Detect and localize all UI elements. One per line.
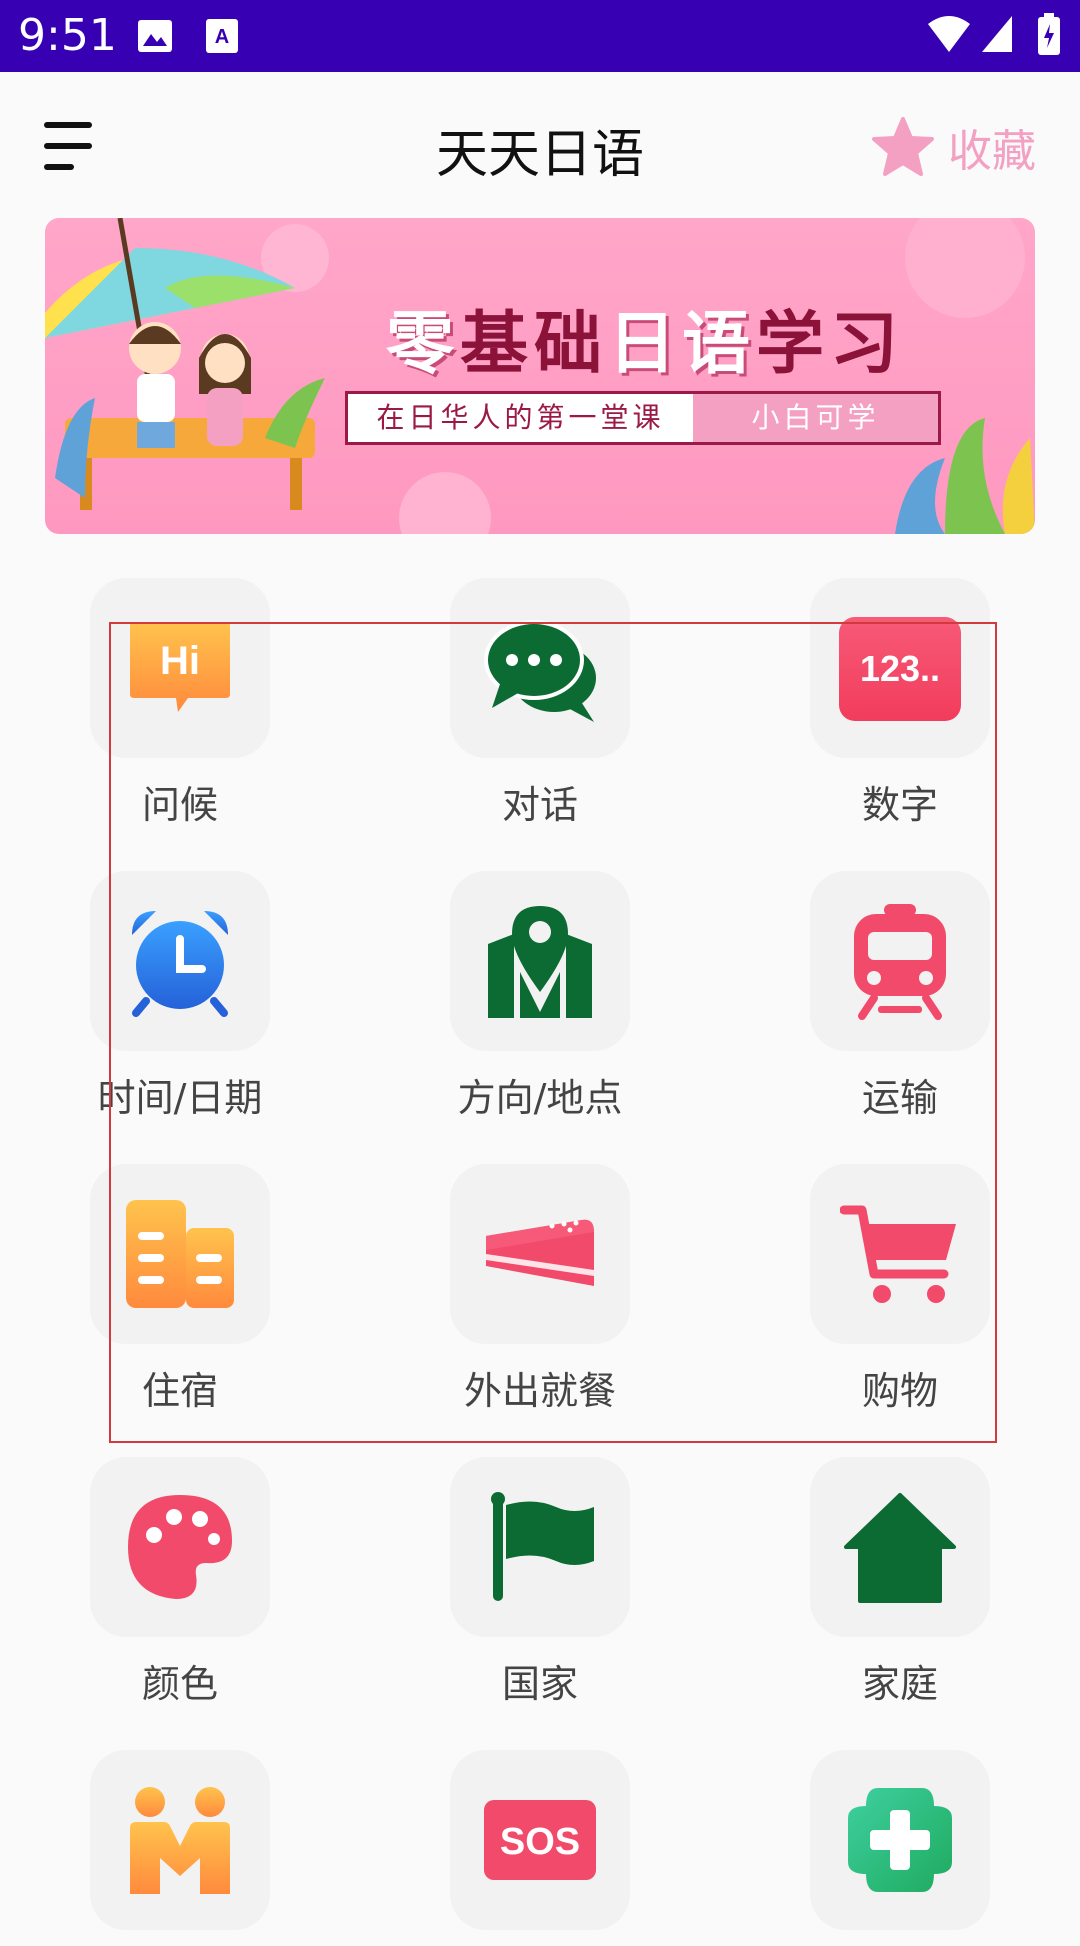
category-icon-tile — [450, 1457, 630, 1637]
svg-text:A: A — [215, 26, 229, 48]
category-label: 国家 — [501, 1662, 578, 1706]
banner-title-part: 零 — [385, 305, 460, 384]
home-icon — [844, 1493, 956, 1603]
category-icon-tile — [90, 1457, 270, 1637]
category-emergency[interactable]: SOS — [430, 1750, 650, 1946]
category-icon-tile — [810, 1457, 990, 1637]
sos-icon: SOS — [484, 1800, 596, 1880]
banner-title-part: 学习 — [756, 305, 905, 384]
favorites-label: 收藏 — [948, 126, 1036, 177]
status-time: 9:51 — [18, 10, 117, 61]
banner-subtitle: 在日华人的第一堂课 小白可学 — [345, 391, 941, 445]
palette-icon — [128, 1495, 232, 1599]
medical-cross-icon — [848, 1788, 952, 1892]
promo-banner[interactable]: 零基础日语学习 在日华人的第一堂课 小白可学 — [45, 218, 1035, 534]
favorites-button[interactable]: 收藏 — [872, 112, 1036, 182]
banner-title-part: 基础 — [459, 305, 608, 384]
category-medical[interactable] — [790, 1750, 1010, 1946]
category-colors[interactable]: 颜色 — [70, 1457, 290, 1708]
category-family[interactable]: 家庭 — [790, 1457, 1010, 1708]
flag-icon — [491, 1492, 594, 1601]
sos-icon-text: SOS — [500, 1821, 580, 1863]
category-icon-tile — [810, 1750, 990, 1930]
banner-title: 零基础日语学习 — [325, 288, 965, 387]
battery-icon — [1038, 13, 1060, 55]
wifi-icon — [928, 16, 970, 52]
app-toolbar: 天天日语 收藏 — [0, 72, 1080, 222]
category-label: 家庭 — [861, 1662, 938, 1706]
banner-title-part: 日语 — [608, 305, 757, 384]
selection-highlight — [109, 622, 997, 1443]
category-countries[interactable]: 国家 — [430, 1457, 650, 1708]
banner-subtitle-right: 小白可学 — [693, 394, 938, 442]
star-icon — [872, 117, 934, 176]
category-people[interactable] — [70, 1750, 290, 1946]
category-icon-tile — [90, 1750, 270, 1930]
banner-subtitle-left: 在日华人的第一堂课 — [376, 401, 665, 434]
image-notification-icon — [138, 20, 172, 52]
category-label: 颜色 — [141, 1662, 218, 1706]
cell-signal-icon — [982, 16, 1012, 52]
text-notification-icon: A — [206, 19, 238, 53]
status-bar: 9:51 A — [0, 0, 1080, 72]
people-icon — [130, 1787, 230, 1894]
category-icon-tile: SOS — [450, 1750, 630, 1930]
